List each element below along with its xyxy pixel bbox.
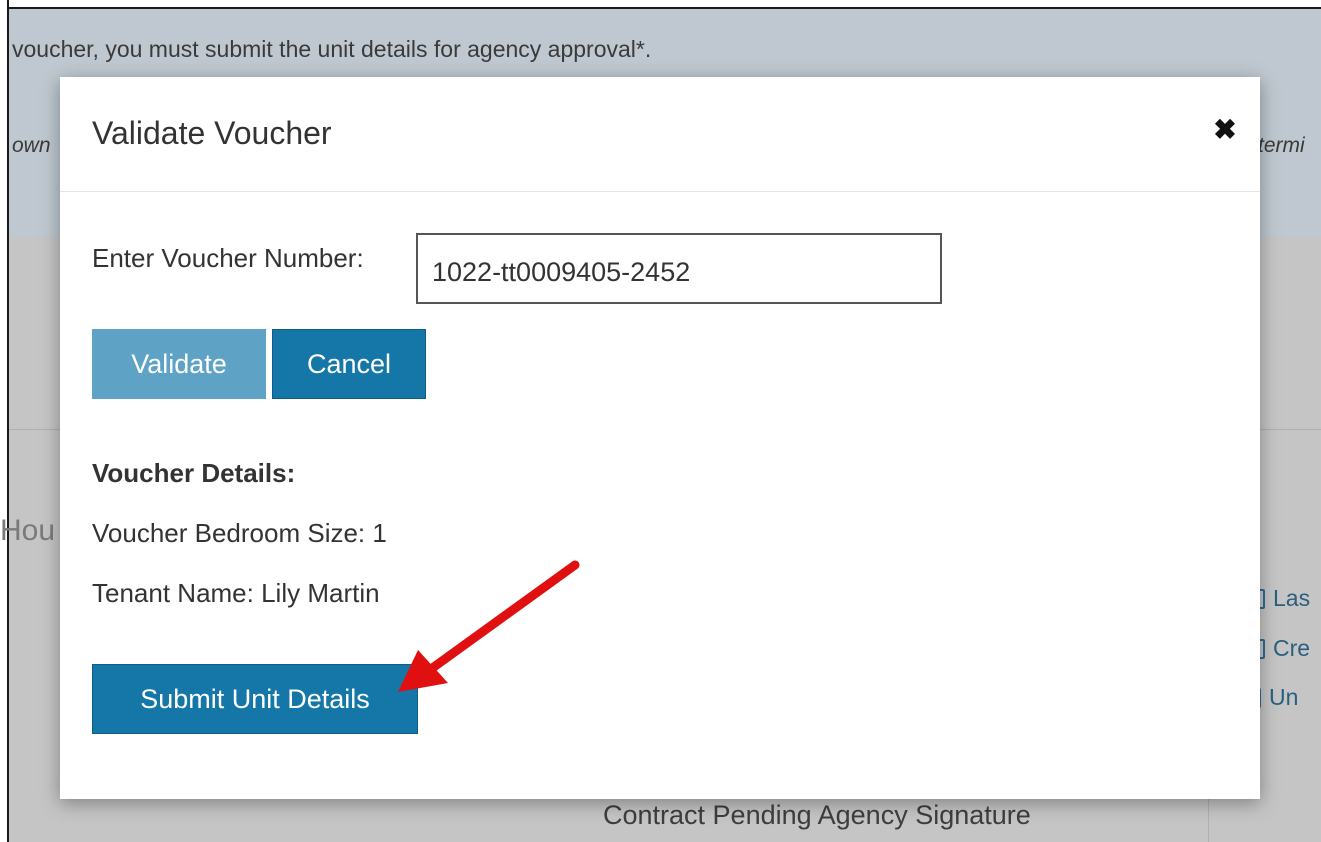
page-frame-top xyxy=(0,0,1321,9)
validate-voucher-modal: Validate Voucher ✖ Enter Voucher Number:… xyxy=(60,77,1260,799)
validate-button[interactable]: Validate xyxy=(92,329,266,399)
side-link-unit[interactable]: Un xyxy=(1255,684,1298,711)
side-link-label: Cre xyxy=(1273,635,1311,661)
submit-unit-details-button[interactable]: Submit Unit Details xyxy=(92,664,418,734)
voucher-bedroom-size: Voucher Bedroom Size: 1 xyxy=(92,518,387,548)
info-banner-text: voucher, you must submit the unit detail… xyxy=(12,36,652,62)
voucher-details-heading: Voucher Details: xyxy=(92,458,296,488)
side-link-created[interactable]: Cre xyxy=(1255,635,1310,662)
voucher-number-input[interactable] xyxy=(416,233,942,304)
tenant-name: Tenant Name: Lily Martin xyxy=(92,578,380,608)
side-link-last[interactable]: Las xyxy=(1255,585,1310,612)
modal-header: Validate Voucher ✖ xyxy=(60,77,1260,192)
cancel-button[interactable]: Cancel xyxy=(272,329,426,399)
section-heading-fragment: Hou xyxy=(0,514,56,547)
close-icon[interactable]: ✖ xyxy=(1210,115,1240,145)
info-banner-italic-left: own xyxy=(12,134,51,157)
page-frame-left xyxy=(0,0,9,842)
side-link-label: Las xyxy=(1273,585,1311,611)
voucher-number-label: Enter Voucher Number: xyxy=(92,243,364,273)
info-banner-italic-right: termi xyxy=(1258,134,1305,157)
side-link-label: Un xyxy=(1269,684,1299,710)
modal-title: Validate Voucher xyxy=(92,115,332,151)
contract-status-text: Contract Pending Agency Signature xyxy=(603,800,1031,830)
